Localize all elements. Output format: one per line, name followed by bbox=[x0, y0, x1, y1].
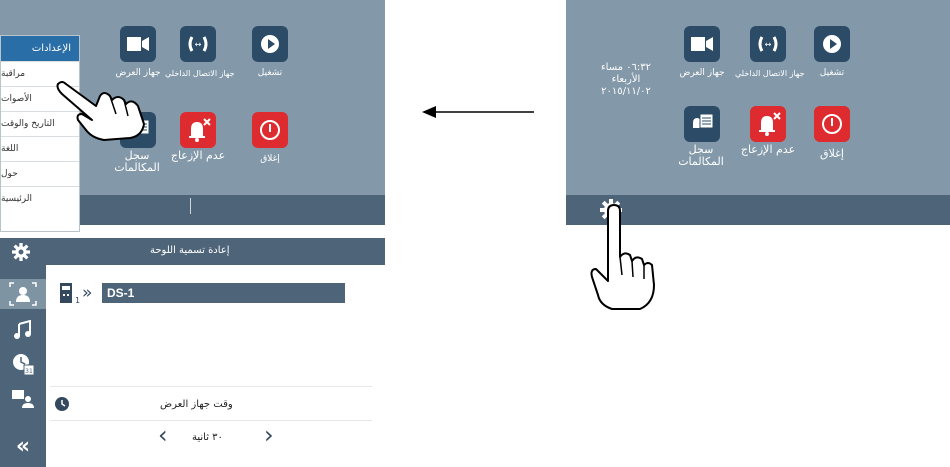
double-chevron-right-icon: » bbox=[82, 283, 93, 303]
play-icon bbox=[823, 35, 841, 53]
off-tile[interactable] bbox=[252, 112, 288, 148]
off-tile[interactable] bbox=[814, 106, 850, 142]
svg-text:↔: ↔ bbox=[765, 40, 772, 49]
dnd-label: عدم الإزعاج bbox=[740, 143, 796, 156]
side-item-date-time[interactable]: 31 bbox=[0, 349, 46, 379]
side-item-devices[interactable] bbox=[0, 383, 46, 413]
scroll-indicator bbox=[190, 198, 191, 214]
gear-icon[interactable] bbox=[12, 243, 30, 261]
svg-text:31: 31 bbox=[25, 368, 33, 375]
left-arrow-icon bbox=[422, 106, 534, 118]
side-item-sounds[interactable] bbox=[0, 315, 46, 345]
call-log-label: سجل المكالمات bbox=[114, 149, 160, 174]
video-camera-icon bbox=[127, 37, 149, 51]
intercom-tile[interactable]: ↔ bbox=[750, 26, 786, 62]
play-tile[interactable] bbox=[814, 26, 850, 62]
intercom-tile[interactable]: ↔ bbox=[180, 26, 216, 62]
user-frame-icon bbox=[9, 282, 37, 306]
divider bbox=[50, 420, 372, 421]
call-log-label: سجل المكالمات bbox=[678, 143, 724, 168]
panel-user-icon bbox=[12, 390, 34, 408]
play-label: تشغيل bbox=[257, 68, 283, 78]
panel-name-value: DS-1 bbox=[107, 286, 135, 300]
divider bbox=[50, 386, 372, 387]
play-tile[interactable] bbox=[252, 26, 288, 62]
increase-button[interactable]: › bbox=[264, 421, 274, 449]
side-item-panel[interactable] bbox=[0, 279, 46, 309]
right-home-screen: ٠٦:٣٢ مساء الأربعاء ٢٠١٥/١١/٠٢ تشغيل ↔ ج… bbox=[566, 0, 950, 195]
intercom-icon: ↔ bbox=[758, 36, 778, 52]
monitor-tile[interactable] bbox=[684, 26, 720, 62]
clock-time: ٠٦:٣٢ مساء bbox=[600, 62, 652, 73]
video-camera-icon bbox=[691, 37, 713, 51]
dnd-tile[interactable] bbox=[750, 106, 786, 142]
panel-index: 1 bbox=[75, 296, 81, 305]
off-label: إغلاق bbox=[820, 147, 844, 160]
play-icon bbox=[261, 35, 279, 53]
power-icon bbox=[822, 114, 842, 134]
intercom-icon: ↔ bbox=[188, 36, 208, 52]
call-log-tile[interactable] bbox=[684, 106, 720, 142]
clock-day: الأربعاء bbox=[611, 74, 641, 85]
power-icon bbox=[260, 120, 280, 140]
pointing-hand-icon bbox=[56, 81, 145, 141]
play-label: تشغيل bbox=[819, 68, 845, 78]
duration-value: ٣٠ ثانية bbox=[192, 432, 223, 443]
dnd-label: عدم الإزعاج bbox=[170, 149, 226, 162]
call-log-icon bbox=[693, 113, 714, 129]
decrease-button[interactable]: ‹ bbox=[158, 421, 168, 449]
monitor-tile[interactable] bbox=[120, 26, 156, 62]
bell-mute-icon bbox=[189, 118, 211, 142]
bell-mute-icon bbox=[759, 112, 781, 136]
double-chevron-left-icon: « bbox=[15, 433, 31, 459]
pointing-up-hand-icon bbox=[590, 204, 655, 310]
settings-menu-title: الإعدادات bbox=[1, 36, 79, 61]
settings-side-nav: 31 « bbox=[0, 265, 46, 467]
side-item-collapse[interactable]: « bbox=[0, 431, 46, 461]
dnd-tile[interactable] bbox=[180, 112, 216, 148]
intercom-label: جهاز الاتصال الداخلي bbox=[735, 69, 805, 78]
clock-icon bbox=[55, 397, 69, 411]
svg-text:↔: ↔ bbox=[195, 40, 202, 49]
menu-item-home[interactable]: الرئيسية bbox=[1, 186, 79, 211]
monitor-time-label: وقت جهاز العرض bbox=[160, 399, 233, 410]
clock-calendar-icon: 31 bbox=[13, 354, 35, 376]
door-panel-icon bbox=[60, 283, 72, 303]
panel-name-field[interactable]: DS-1 bbox=[102, 283, 345, 303]
bottom-header-bar: إعادة تسمية اللوحة bbox=[0, 238, 385, 265]
off-label: إغلاق bbox=[260, 154, 280, 164]
intercom-label: جهاز الاتصال الداخلي bbox=[165, 69, 235, 78]
music-note-icon bbox=[14, 320, 31, 339]
page-title: إعادة تسمية اللوحة bbox=[150, 245, 230, 256]
menu-item-about[interactable]: حول bbox=[1, 161, 79, 186]
clock-date: ٢٠١٥/١١/٠٢ bbox=[601, 86, 651, 97]
monitor-label: جهاز العرض bbox=[679, 68, 725, 78]
